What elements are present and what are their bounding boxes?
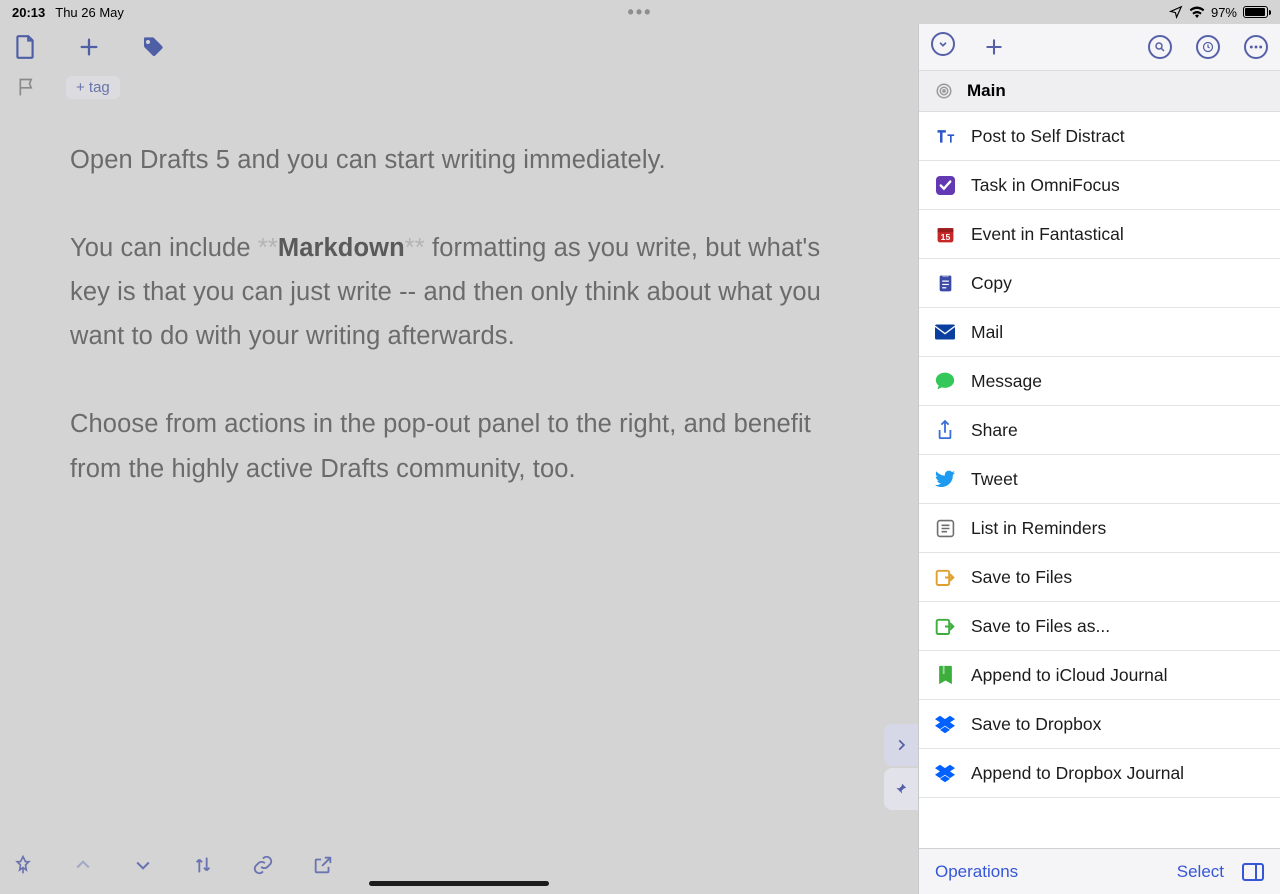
flag-icon[interactable]: [12, 72, 42, 102]
add-action-icon[interactable]: [979, 32, 1009, 62]
editor-toolbar-bottom: [0, 836, 918, 894]
action-label: Mail: [971, 322, 1003, 343]
action-item[interactable]: Append to iCloud Journal: [919, 651, 1280, 700]
battery-icon: [1243, 6, 1268, 18]
arrange-icon[interactable]: [188, 850, 218, 880]
history-icon[interactable]: [1196, 35, 1220, 59]
action-label: Post to Self Distract: [971, 126, 1125, 147]
home-indicator[interactable]: [369, 881, 549, 886]
share-icon: [935, 420, 955, 440]
search-actions-icon[interactable]: [1148, 35, 1172, 59]
status-right: 97%: [1169, 5, 1268, 20]
text-type-icon: [935, 126, 955, 146]
action-label: Tweet: [971, 469, 1018, 490]
multitasking-dots-icon[interactable]: •••: [628, 3, 653, 21]
action-item[interactable]: Share: [919, 406, 1280, 455]
action-label: Event in Fantastical: [971, 224, 1124, 245]
bookmark-icon: [935, 665, 955, 685]
action-item[interactable]: Mail: [919, 308, 1280, 357]
action-label: Append to iCloud Journal: [971, 665, 1168, 686]
file-export-icon: [935, 567, 955, 587]
battery-percent: 97%: [1211, 5, 1237, 20]
action-label: Save to Files: [971, 567, 1072, 588]
calendar-icon: 15: [935, 224, 955, 244]
clipboard-icon: [935, 273, 955, 293]
location-icon: [1169, 5, 1183, 19]
action-item[interactable]: Message: [919, 357, 1280, 406]
svg-text:15: 15: [940, 232, 950, 242]
add-tag-button[interactable]: + tag: [66, 76, 120, 99]
paragraph-3: Choose from actions in the pop-out panel…: [70, 402, 848, 490]
action-item[interactable]: Save to Files as...: [919, 602, 1280, 651]
action-label: Append to Dropbox Journal: [971, 763, 1184, 784]
operations-button[interactable]: Operations: [935, 862, 1018, 882]
target-icon: [935, 82, 953, 100]
editor-body[interactable]: Open Drafts 5 and you can start writing …: [0, 104, 918, 836]
paragraph-1: Open Drafts 5 and you can start writing …: [70, 138, 848, 182]
envelope-icon: [935, 322, 955, 342]
drafts-list-icon[interactable]: [10, 32, 40, 62]
panel-collapse-tab[interactable]: [884, 724, 918, 766]
editor-toolbar-top: [0, 24, 918, 70]
editor-pane: + tag Open Drafts 5 and you can start wr…: [0, 24, 918, 894]
chat-bubble-icon: [935, 371, 955, 391]
action-item[interactable]: Save to Dropbox: [919, 700, 1280, 749]
action-item[interactable]: Post to Self Distract: [919, 112, 1280, 161]
pin-icon[interactable]: [8, 850, 38, 880]
status-date: Thu 26 May: [55, 5, 124, 20]
groups-dropdown-icon[interactable]: [931, 32, 955, 56]
twitter-icon: [935, 469, 955, 489]
action-label: Save to Files as...: [971, 616, 1110, 637]
actions-group-header[interactable]: Main: [919, 70, 1280, 112]
actions-toolbar-top: [919, 24, 1280, 70]
new-draft-icon[interactable]: [74, 32, 104, 62]
check-box-icon: [935, 175, 955, 195]
more-icon[interactable]: [1244, 35, 1268, 59]
list-icon: [935, 518, 955, 538]
panel-toggle-icon[interactable]: [1242, 863, 1264, 881]
status-bar: 20:13 Thu 26 May ••• 97%: [0, 0, 1280, 24]
action-item[interactable]: Save to Files: [919, 553, 1280, 602]
wifi-icon: [1189, 6, 1205, 18]
open-external-icon[interactable]: [308, 850, 338, 880]
panel-pin-tab[interactable]: [884, 768, 918, 810]
link-icon[interactable]: [248, 850, 278, 880]
paragraph-2: You can include **Markdown** formatting …: [70, 226, 848, 358]
status-time: 20:13: [12, 5, 45, 20]
action-item[interactable]: Copy: [919, 259, 1280, 308]
actions-list: Post to Self Distract Task in OmniFocus 15…: [919, 112, 1280, 848]
actions-group-title: Main: [967, 81, 1006, 101]
action-item[interactable]: 15 Event in Fantastical: [919, 210, 1280, 259]
action-label: Copy: [971, 273, 1012, 294]
action-label: Message: [971, 371, 1042, 392]
dropbox-icon: [935, 763, 955, 783]
action-item[interactable]: Tweet: [919, 455, 1280, 504]
tag-icon[interactable]: [138, 32, 168, 62]
action-label: Save to Dropbox: [971, 714, 1101, 735]
select-button[interactable]: Select: [1177, 862, 1224, 882]
action-label: Share: [971, 420, 1018, 441]
actions-footer: Operations Select: [919, 848, 1280, 894]
tag-row: + tag: [0, 70, 918, 104]
actions-pane: Main Post to Self Distract Task in OmniFo…: [918, 24, 1280, 894]
file-export-icon: [935, 616, 955, 636]
action-item[interactable]: Task in OmniFocus: [919, 161, 1280, 210]
action-item[interactable]: Append to Dropbox Journal: [919, 749, 1280, 798]
chevron-down-icon[interactable]: [128, 850, 158, 880]
chevron-up-icon[interactable]: [68, 850, 98, 880]
action-label: List in Reminders: [971, 518, 1106, 539]
action-label: Task in OmniFocus: [971, 175, 1120, 196]
dropbox-icon: [935, 714, 955, 734]
action-item[interactable]: List in Reminders: [919, 504, 1280, 553]
